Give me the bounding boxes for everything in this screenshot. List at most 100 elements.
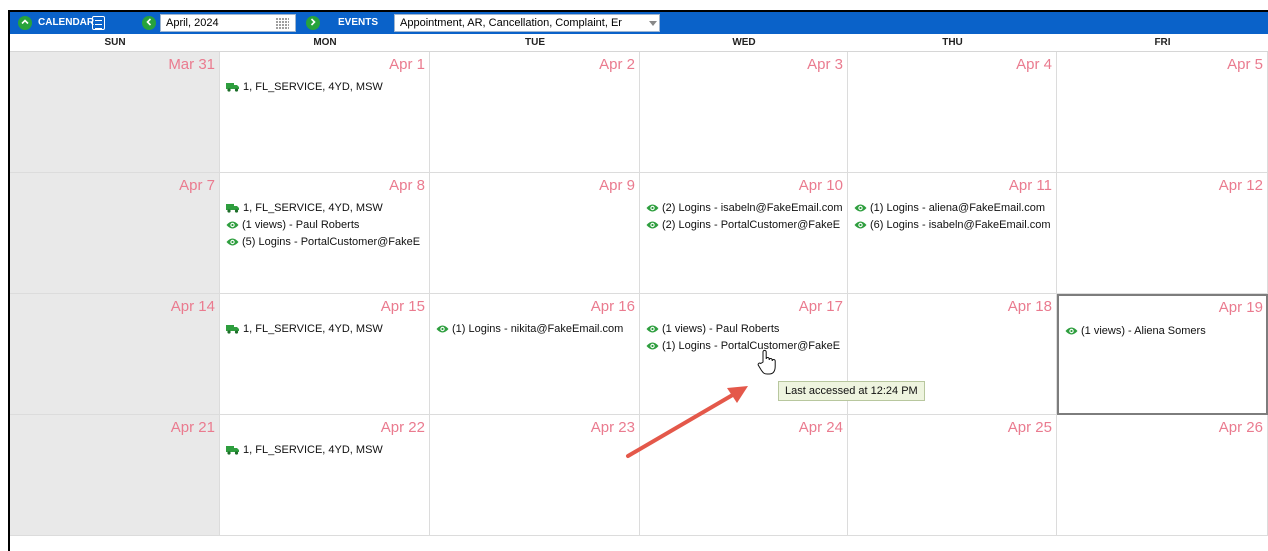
day-cell[interactable]: Apr 25 — [848, 415, 1057, 536]
event-list: (1) Logins - nikita@FakeEmail.com — [436, 321, 637, 338]
day-cell[interactable]: Apr 3 — [640, 52, 848, 173]
date-label: Apr 11 — [1008, 177, 1052, 194]
date-label: Apr 19 — [1218, 299, 1263, 316]
truck-icon — [226, 446, 239, 455]
day-cell[interactable]: Apr 16 (1) Logins - nikita@FakeEmail.com — [430, 294, 640, 415]
day-cell[interactable]: Apr 9 — [430, 173, 640, 294]
chevron-right-icon — [310, 18, 316, 26]
day-cell[interactable]: Apr 24 — [640, 415, 848, 536]
day-header-tue: TUE — [430, 34, 640, 52]
list-view-icon[interactable] — [92, 16, 105, 30]
day-cell[interactable]: Apr 5 — [1057, 52, 1268, 173]
calendar-event[interactable]: 1, FL_SERVICE, 4YD, MSW — [226, 321, 427, 338]
day-cell[interactable]: Apr 12 — [1057, 173, 1268, 294]
date-label: Apr 26 — [1218, 419, 1263, 436]
eye-icon — [226, 221, 239, 229]
calendar-event[interactable]: 1, FL_SERVICE, 4YD, MSW — [226, 442, 427, 459]
day-cell[interactable]: Apr 22 1, FL_SERVICE, 4YD, MSW — [220, 415, 430, 536]
calendar-event[interactable]: 1, FL_SERVICE, 4YD, MSW — [226, 79, 427, 96]
calendar-event[interactable]: (6) Logins - isabeln@FakeEmail.com — [854, 217, 1054, 234]
event-text: 1, FL_SERVICE, 4YD, MSW — [243, 202, 383, 214]
event-text: 1, FL_SERVICE, 4YD, MSW — [243, 444, 383, 456]
date-label: Apr 5 — [1227, 56, 1263, 73]
day-cell[interactable]: Apr 8 1, FL_SERVICE, 4YD, MSW (1 views) - … — [220, 173, 430, 294]
day-header-thu: THU — [848, 34, 1057, 52]
event-text: (1) Logins - PortalCustomer@FakeE — [662, 340, 841, 352]
event-list: 1, FL_SERVICE, 4YD, MSW — [226, 321, 427, 338]
event-list: 1, FL_SERVICE, 4YD, MSW (1 views) - Paul … — [226, 200, 427, 251]
eye-icon — [854, 204, 867, 212]
calendar-event[interactable]: (2) Logins - isabeln@FakeEmail.com — [646, 200, 845, 217]
day-cell[interactable]: Apr 1 1, FL_SERVICE, 4YD, MSW — [220, 52, 430, 173]
events-label: EVENTS — [338, 17, 379, 28]
date-label: Apr 3 — [807, 56, 843, 73]
eye-icon — [646, 221, 659, 229]
day-cell[interactable]: Apr 7 — [10, 173, 220, 294]
calendar-frame: CALENDAR April, 2024 EVENTS Appointment,… — [8, 10, 1268, 551]
chevron-left-icon — [146, 18, 152, 26]
date-label: Apr 9 — [599, 177, 635, 194]
event-list: (2) Logins - isabeln@FakeEmail.com (2) Lo… — [646, 200, 845, 234]
day-cell[interactable]: Apr 11 (1) Logins - aliena@FakeEmail.com (… — [848, 173, 1057, 294]
date-label: Apr 25 — [1007, 419, 1052, 436]
date-label: Apr 18 — [1007, 298, 1052, 315]
day-cell[interactable]: Apr 15 1, FL_SERVICE, 4YD, MSW — [220, 294, 430, 415]
eye-icon — [646, 204, 659, 212]
date-label: Apr 7 — [179, 177, 215, 194]
event-text: (6) Logins - isabeln@FakeEmail.com — [870, 219, 1051, 231]
date-label: Apr 15 — [380, 298, 425, 315]
date-label: Apr 24 — [798, 419, 843, 436]
date-label: Apr 12 — [1218, 177, 1263, 194]
last-accessed-tooltip: Last accessed at 12:24 PM — [778, 381, 925, 401]
dropdown-caret-icon[interactable] — [649, 21, 657, 26]
date-picker-icon[interactable] — [276, 17, 289, 29]
previous-month-button[interactable] — [142, 16, 156, 30]
day-cell[interactable]: Apr 19 (1 views) - Aliena Somers — [1057, 294, 1268, 415]
day-cell[interactable]: Apr 23 — [430, 415, 640, 536]
event-text: (1 views) - Aliena Somers — [1081, 325, 1206, 337]
event-text: (1 views) - Paul Roberts — [662, 323, 780, 335]
collapse-calendar-button[interactable] — [18, 16, 32, 30]
date-label: Mar 31 — [168, 56, 215, 73]
eye-icon — [226, 238, 239, 246]
date-label: Apr 21 — [170, 419, 215, 436]
chevron-up-icon — [21, 19, 29, 25]
eye-icon — [646, 325, 659, 333]
calendar-event[interactable]: (1 views) - Aliena Somers — [1065, 323, 1264, 340]
calendar-event[interactable]: 1, FL_SERVICE, 4YD, MSW — [226, 200, 427, 217]
event-text: 1, FL_SERVICE, 4YD, MSW — [243, 81, 383, 93]
day-cell[interactable]: Apr 26 — [1057, 415, 1268, 536]
day-cell[interactable]: Apr 21 — [10, 415, 220, 536]
day-cell[interactable]: Apr 2 — [430, 52, 640, 173]
calendar-event[interactable]: (1 views) - Paul Roberts — [646, 321, 845, 338]
calendar-event[interactable]: (1 views) - Paul Roberts — [226, 217, 427, 234]
event-text: (5) Logins - PortalCustomer@FakeE — [242, 236, 421, 248]
truck-icon — [226, 325, 239, 334]
event-list: 1, FL_SERVICE, 4YD, MSW — [226, 79, 427, 96]
date-label: Apr 2 — [599, 56, 635, 73]
eye-icon — [1065, 327, 1078, 335]
event-list: (1 views) - Aliena Somers — [1065, 323, 1264, 340]
next-month-button[interactable] — [306, 16, 320, 30]
event-text: (2) Logins - isabeln@FakeEmail.com — [662, 202, 843, 214]
eye-icon — [854, 221, 867, 229]
events-filter-select[interactable]: Appointment, AR, Cancellation, Complaint… — [394, 14, 660, 32]
calendar-toolbar: CALENDAR April, 2024 EVENTS Appointment,… — [10, 12, 1268, 34]
date-label: Apr 17 — [798, 298, 843, 315]
calendar-event[interactable]: (1) Logins - PortalCustomer@FakeE — [646, 338, 845, 355]
day-cell[interactable]: Mar 31 — [10, 52, 220, 173]
day-cell[interactable]: Apr 4 — [848, 52, 1057, 173]
calendar-event[interactable]: (1) Logins - aliena@FakeEmail.com — [854, 200, 1054, 217]
truck-icon — [226, 83, 239, 92]
day-header-fri: FRI — [1057, 34, 1268, 52]
calendar-event[interactable]: (2) Logins - PortalCustomer@FakeE — [646, 217, 845, 234]
day-cell[interactable]: Apr 10 (2) Logins - isabeln@FakeEmail.com… — [640, 173, 848, 294]
day-header-sun: SUN — [10, 34, 220, 52]
event-text: (1) Logins - aliena@FakeEmail.com — [870, 202, 1046, 214]
calendar-event[interactable]: (1) Logins - nikita@FakeEmail.com — [436, 321, 637, 338]
day-cell[interactable]: Apr 14 — [10, 294, 220, 415]
calendar-event[interactable]: (5) Logins - PortalCustomer@FakeE — [226, 234, 427, 251]
date-label: Apr 1 — [389, 56, 425, 73]
calendar-label: CALENDAR — [38, 17, 95, 28]
date-label: Apr 14 — [170, 298, 215, 315]
